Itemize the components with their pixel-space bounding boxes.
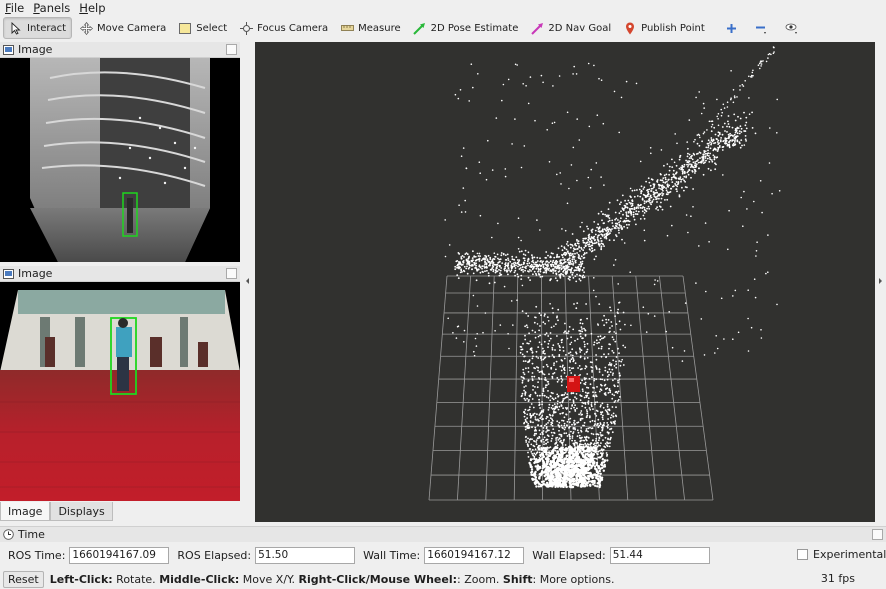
- tab-displays[interactable]: Displays: [50, 502, 113, 521]
- camera-image-top: [0, 58, 240, 262]
- ros-time-label: ROS Time:: [8, 548, 66, 562]
- expand-right-arrow-icon: [879, 278, 882, 284]
- 3d-scene: [428, 46, 781, 501]
- image-panel-bottom-title-bar: Image: [0, 266, 240, 282]
- remove-tool-button[interactable]: [750, 17, 778, 39]
- pose-estimate-tool-button[interactable]: 2D Pose Estimate: [408, 17, 524, 39]
- move-camera-tool-button[interactable]: Move Camera: [74, 17, 171, 39]
- publish-point-tool-button[interactable]: Publish Point: [618, 17, 710, 39]
- visibility-tool-button[interactable]: [780, 17, 808, 39]
- menu-file[interactable]: File: [0, 1, 28, 15]
- green-arrow-icon: [413, 21, 427, 35]
- right-dock-handle[interactable]: [875, 41, 886, 522]
- wall-time-label: Wall Time:: [363, 548, 421, 562]
- image-panel-icon: [3, 268, 14, 279]
- map-pin-icon: [623, 21, 637, 35]
- fps-readout: 31 fps: [820, 572, 855, 585]
- collapse-left-arrow-icon: [246, 278, 249, 284]
- wall-time-field[interactable]: [424, 546, 525, 564]
- experimental-toggle[interactable]: Experimental: [797, 548, 886, 561]
- undock-panel-button[interactable]: [226, 44, 237, 55]
- undock-panel-button[interactable]: [226, 268, 237, 279]
- left-dock-tabs: Image Displays: [0, 502, 240, 521]
- menu-panels[interactable]: Panels: [28, 1, 74, 15]
- focus-camera-tool-button[interactable]: Focus Camera: [234, 17, 333, 39]
- select-tool-button[interactable]: Select: [173, 17, 232, 39]
- undock-panel-button[interactable]: [872, 529, 883, 540]
- status-bar: Reset Left-Click: Rotate. Middle-Click: …: [0, 569, 886, 589]
- menu-help[interactable]: Help: [74, 1, 109, 15]
- ros-time-field[interactable]: [69, 546, 170, 564]
- ros-elapsed-label: ROS Elapsed:: [177, 548, 252, 562]
- nav-goal-tool-button[interactable]: 2D Nav Goal: [525, 17, 616, 39]
- time-panel-title-bar: Time: [0, 526, 886, 542]
- ros-elapsed-field[interactable]: [255, 546, 356, 564]
- robot-marker: [567, 376, 580, 392]
- measure-tool-button[interactable]: Measure: [335, 17, 406, 39]
- 3d-render-viewport[interactable]: [255, 42, 875, 522]
- image-panel-bottom-title: Image: [18, 267, 53, 280]
- time-panel-title: Time: [18, 528, 45, 541]
- plus-icon: [725, 21, 739, 35]
- menu-bar: File Panels Help: [0, 0, 886, 15]
- interact-cursor-icon: [9, 21, 23, 35]
- experimental-label: Experimental: [813, 548, 886, 561]
- wall-elapsed-label: Wall Elapsed:: [532, 548, 606, 562]
- ruler-icon: [340, 21, 354, 35]
- reset-button[interactable]: Reset: [3, 570, 44, 588]
- interact-tool-button[interactable]: Interact: [3, 17, 73, 39]
- wall-elapsed-field[interactable]: [609, 546, 710, 564]
- tab-image[interactable]: Image: [0, 502, 51, 521]
- time-panel-fields: ROS Time: ROS Elapsed: Wall Time: Wall E…: [0, 544, 886, 566]
- image-panel-icon: [3, 44, 14, 55]
- camera-image-bottom: [0, 282, 240, 501]
- add-tool-button[interactable]: [720, 17, 748, 39]
- clock-icon: [3, 529, 14, 540]
- minus-icon: [755, 21, 769, 35]
- tool-bar: Interact Move Camera Select Focus Camera…: [0, 15, 886, 41]
- select-box-icon: [178, 21, 192, 35]
- dock-splitter-handle[interactable]: [240, 41, 254, 522]
- pink-arrow-icon: [530, 21, 544, 35]
- point-cloud: [444, 46, 781, 489]
- mouse-help-text: Left-Click: Rotate. Middle-Click: Move X…: [49, 572, 615, 586]
- experimental-checkbox[interactable]: [797, 549, 808, 560]
- focus-camera-icon: [239, 21, 253, 35]
- eye-icon: [785, 21, 799, 35]
- move-camera-icon: [79, 21, 93, 35]
- image-panel-top-title: Image: [18, 43, 53, 56]
- image-panel-top-title-bar: Image: [0, 42, 240, 58]
